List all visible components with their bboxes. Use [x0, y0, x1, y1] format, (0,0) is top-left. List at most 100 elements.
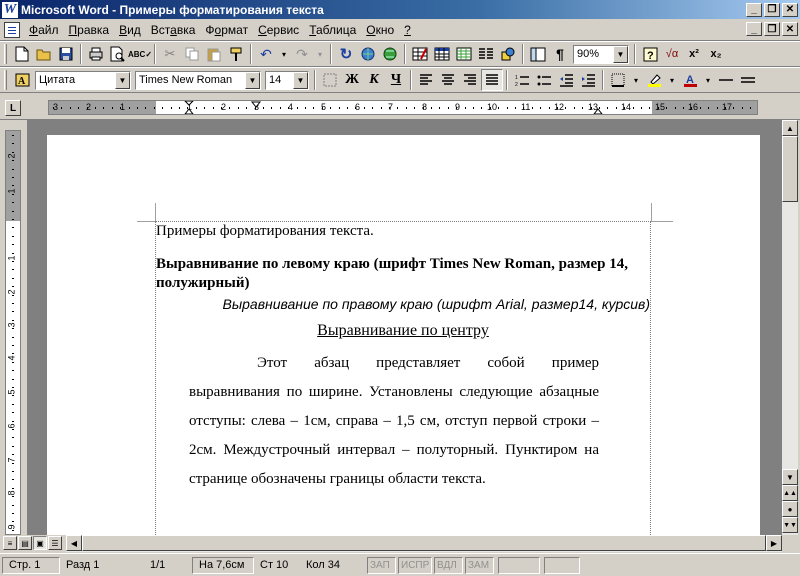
undo-icon[interactable]: ↶ [255, 43, 277, 65]
double-line-icon[interactable] [737, 69, 759, 91]
line-style-icon[interactable] [715, 69, 737, 91]
toolbar-grip[interactable] [4, 70, 7, 90]
doc-restore-button[interactable]: ❐ [764, 22, 780, 36]
select-browse-object-icon[interactable]: ● [782, 501, 798, 517]
paragraph-left-aligned[interactable]: Выравнивание по левому краю (шрифт Times… [156, 255, 650, 293]
borders-icon[interactable] [607, 69, 629, 91]
previous-page-icon[interactable]: ▲▲ [782, 485, 798, 501]
scroll-down-icon[interactable]: ▼ [782, 469, 798, 485]
decrease-indent-icon[interactable] [555, 69, 577, 91]
insert-hyperlink-icon[interactable] [357, 43, 379, 65]
undo-dropdown-icon[interactable]: ▾ [277, 43, 291, 65]
bullets-icon[interactable] [533, 69, 555, 91]
scroll-up-icon[interactable]: ▲ [782, 120, 798, 136]
zoom-dropdown-icon[interactable]: ▼ [613, 45, 628, 63]
text-border-icon[interactable] [319, 69, 341, 91]
doc-minimize-button[interactable]: _ [746, 22, 762, 36]
menu-window[interactable]: Окно [361, 23, 399, 37]
paragraph-plain[interactable]: Примеры форматирования текста. [156, 222, 650, 241]
copy-icon[interactable] [181, 43, 203, 65]
font-dropdown-icon[interactable]: ▼ [245, 71, 260, 89]
document-text[interactable]: Примеры форматирования текста. Выравнива… [156, 222, 650, 494]
print-layout-icon[interactable]: ▣ [33, 536, 47, 550]
spelling-icon[interactable]: ABC✓ [128, 43, 152, 65]
numbering-icon[interactable]: 12 [511, 69, 533, 91]
status-spelling[interactable] [544, 556, 580, 574]
normal-view-icon[interactable]: ≡ [3, 536, 17, 550]
help-icon[interactable]: ? [639, 43, 661, 65]
highlight-dropdown-icon[interactable]: ▾ [665, 69, 679, 91]
justify-icon[interactable] [481, 69, 503, 91]
document-icon[interactable] [4, 21, 20, 38]
indent-markers[interactable] [49, 101, 758, 115]
menu-table[interactable]: Таблица [304, 23, 361, 37]
paragraph-right-aligned[interactable]: Выравнивание по правому краю (шрифт Aria… [156, 295, 650, 314]
close-button[interactable]: ✕ [782, 2, 798, 17]
underline-button[interactable]: Ч [385, 69, 407, 91]
font-combo[interactable]: Times New Roman ▼ [135, 70, 261, 90]
drawing-icon[interactable] [497, 43, 519, 65]
tab-selector[interactable]: L [5, 100, 21, 116]
vertical-scroll-thumb[interactable] [782, 136, 798, 202]
horizontal-scrollbar[interactable]: ◀ ▶ [66, 535, 782, 552]
font-size-dropdown-icon[interactable]: ▼ [293, 71, 308, 89]
align-center-icon[interactable] [437, 69, 459, 91]
vertical-ruler[interactable]: 2 1 1 2 3 4 5 6 7 8 9 [5, 130, 21, 535]
superscript-icon[interactable]: x² [683, 43, 705, 65]
redo-dropdown-icon[interactable]: ▾ [313, 43, 327, 65]
next-page-icon[interactable]: ▼▼ [782, 517, 798, 533]
status-trk[interactable]: ИСПР [398, 556, 432, 574]
save-icon[interactable] [55, 43, 77, 65]
insert-excel-icon[interactable] [453, 43, 475, 65]
web-layout-icon[interactable]: ▤ [18, 536, 32, 550]
menu-edit[interactable]: Правка [64, 23, 115, 37]
paste-icon[interactable] [203, 43, 225, 65]
font-color-dropdown-icon[interactable]: ▾ [701, 69, 715, 91]
page[interactable]: Примеры форматирования текста. Выравнива… [47, 135, 760, 535]
bold-button[interactable]: Ж [341, 69, 363, 91]
menu-view[interactable]: Вид [114, 23, 146, 37]
cut-icon[interactable]: ✂ [159, 43, 181, 65]
refresh-icon[interactable]: ↻ [335, 43, 357, 65]
redo-icon[interactable]: ↷ [291, 43, 313, 65]
document-map-icon[interactable] [527, 43, 549, 65]
scroll-right-icon[interactable]: ▶ [766, 535, 782, 551]
insert-table-icon[interactable] [431, 43, 453, 65]
italic-button[interactable]: К [363, 69, 385, 91]
align-right-icon[interactable] [459, 69, 481, 91]
menu-tools[interactable]: Сервис [253, 23, 304, 37]
format-painter-icon[interactable] [225, 43, 247, 65]
show-formatting-icon[interactable]: ¶ [549, 43, 571, 65]
status-rec[interactable]: ЗАП [367, 556, 396, 574]
menu-help[interactable]: ? [399, 23, 416, 37]
tables-borders-icon[interactable] [409, 43, 431, 65]
word-app-icon[interactable]: W [2, 1, 18, 18]
subscript-icon[interactable]: x₂ [705, 43, 727, 65]
menu-insert[interactable]: Вставка [146, 23, 201, 37]
toolbar-grip[interactable] [4, 44, 7, 64]
paragraph-centered[interactable]: Выравнивание по центру [156, 320, 650, 342]
web-toolbar-icon[interactable] [379, 43, 401, 65]
style-combo[interactable]: Цитата ▼ [35, 70, 131, 90]
print-preview-icon[interactable] [107, 43, 129, 65]
horizontal-scroll-thumb[interactable] [82, 535, 766, 551]
new-document-icon[interactable] [11, 43, 33, 65]
styles-icon[interactable]: A [11, 69, 33, 91]
scroll-left-icon[interactable]: ◀ [66, 535, 82, 551]
columns-icon[interactable] [475, 43, 497, 65]
status-ext[interactable]: ВДЛ [434, 556, 463, 574]
font-size-combo[interactable]: 14 ▼ [265, 70, 309, 90]
vertical-scrollbar[interactable]: ▲ ▼ ▲▲ ● ▼▼ [782, 120, 798, 535]
doc-close-button[interactable]: ✕ [782, 22, 798, 36]
increase-indent-icon[interactable] [577, 69, 599, 91]
minimize-button[interactable]: _ [746, 2, 762, 17]
highlight-icon[interactable] [643, 69, 665, 91]
menu-file[interactable]: Файл [24, 23, 64, 37]
document-area[interactable]: Примеры форматирования текста. Выравнива… [27, 120, 782, 535]
borders-dropdown-icon[interactable]: ▾ [629, 69, 643, 91]
outline-view-icon[interactable]: ☰ [48, 536, 62, 550]
style-dropdown-icon[interactable]: ▼ [115, 71, 130, 89]
horizontal-ruler[interactable]: 3 2 1 1 2 3 4 5 6 7 8 9 10 11 12 13 14 1… [48, 100, 758, 115]
paragraph-justified[interactable]: Этот абзац представляет собой пример выр… [189, 349, 599, 494]
print-icon[interactable] [85, 43, 107, 65]
